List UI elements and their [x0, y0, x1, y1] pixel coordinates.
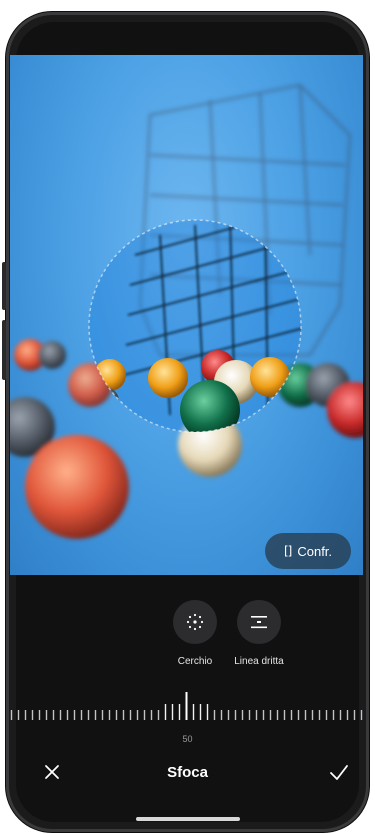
circle-tool-label: Cerchio	[177, 656, 213, 667]
linear-blur-icon	[237, 600, 281, 644]
compare-label: Confr.	[297, 543, 333, 559]
slider-value: 50	[182, 734, 193, 744]
home-indicator[interactable]	[136, 817, 240, 821]
compare-button[interactable]: [] Confr.	[265, 533, 351, 569]
page-title: Sfoca	[167, 764, 208, 781]
blur-intensity-slider[interactable]	[10, 690, 363, 730]
power-key	[2, 320, 6, 380]
check-icon	[330, 765, 348, 780]
circle-blur-icon	[173, 600, 217, 644]
line-tool-label: Linea dritta	[234, 656, 284, 667]
ruler-ticks	[10, 692, 363, 720]
compare-icon: []	[283, 544, 292, 558]
confirm-button[interactable]	[327, 760, 351, 784]
volume-key	[2, 262, 6, 310]
line-tool-button[interactable]: Linea dritta	[224, 600, 294, 667]
photo-preview[interactable]: [] Confr.	[10, 55, 363, 575]
photo-scene	[10, 83, 363, 539]
circle-tool-button[interactable]: Cerchio	[160, 600, 230, 667]
